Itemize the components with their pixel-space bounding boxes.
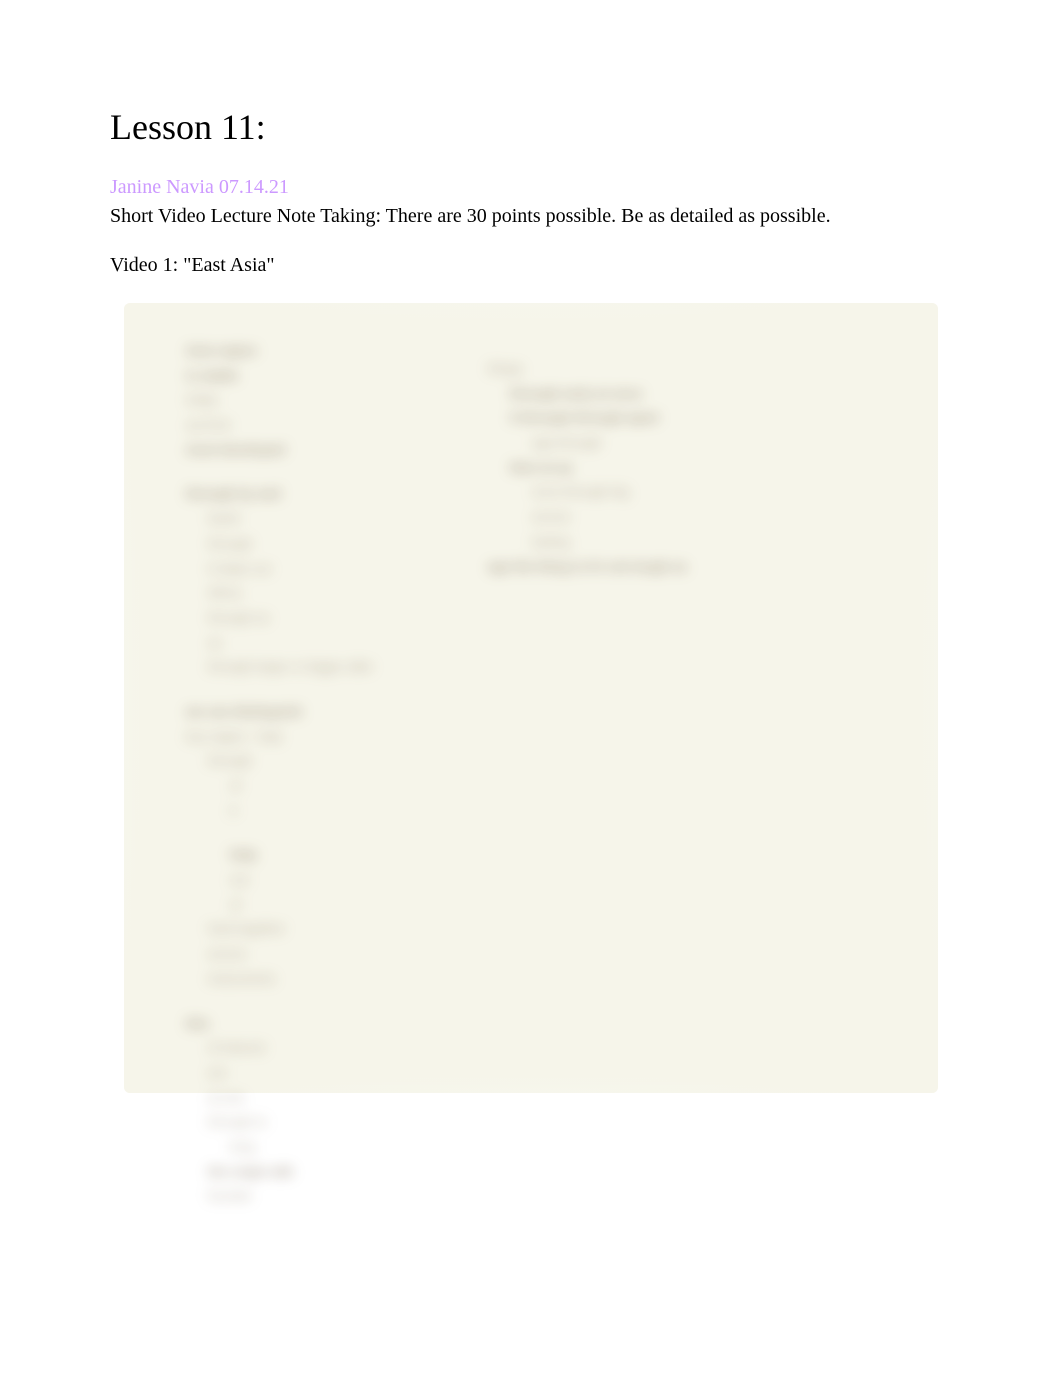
note-line: it bbox=[186, 799, 486, 824]
note-line: lasting bbox=[488, 530, 808, 555]
note-line: tiny region - help bbox=[186, 725, 486, 750]
note-line: Africa bbox=[186, 581, 486, 606]
note-line: things bbox=[488, 357, 808, 382]
note-line: of bbox=[186, 774, 486, 799]
note-line bbox=[186, 823, 486, 843]
document-page: Lesson 11: Janine Navia 07.14.21 Short V… bbox=[0, 0, 1062, 1133]
note-line: Asia region bbox=[186, 339, 486, 364]
note-line: at one bbox=[186, 1086, 486, 1111]
note-line: we can distinguish bbox=[186, 700, 486, 725]
note-line: hard together bbox=[186, 917, 486, 942]
note-line: most developed bbox=[186, 438, 486, 463]
notes-column-right: thingsthrough early at onceit through th… bbox=[488, 357, 808, 579]
note-line: help bbox=[186, 843, 486, 868]
note-line: once through big bbox=[488, 480, 808, 505]
note-line: through early at once bbox=[488, 382, 808, 407]
note-line bbox=[186, 680, 486, 700]
note-line: up front bbox=[186, 413, 486, 438]
note-line bbox=[186, 462, 486, 482]
note-line: through larger or bigger after bbox=[186, 655, 486, 680]
note-line: of interest bbox=[186, 1036, 486, 1061]
note-line: today bbox=[186, 388, 486, 413]
note-line: the origin talk bbox=[186, 1160, 486, 1185]
note-line: through to bbox=[186, 1110, 486, 1135]
video-label: Video 1: "East Asia" bbox=[110, 254, 952, 277]
page-title: Lesson 11: bbox=[110, 106, 952, 148]
note-line: are bbox=[186, 1061, 486, 1086]
note-line: long bbox=[186, 1135, 486, 1160]
note-line: of bbox=[186, 893, 486, 918]
note-line: through bbox=[186, 532, 486, 557]
note-line: through bbox=[186, 749, 486, 774]
note-line: North bbox=[186, 507, 486, 532]
instructions-text: Short Video Lecture Note Taking: There a… bbox=[110, 205, 952, 228]
note-line: across bbox=[186, 942, 486, 967]
note-line: this bbox=[186, 1012, 486, 1037]
note-line: out bbox=[186, 868, 486, 893]
note-line: across bbox=[488, 505, 808, 530]
note-line: age the thing is it's not tough as bbox=[488, 555, 808, 580]
note-line: it through through apart bbox=[488, 406, 808, 431]
note-line: through by and bbox=[186, 482, 486, 507]
note-line: age through bbox=[488, 431, 808, 456]
notes-column-left: Asia regionis stabletodayup frontmost de… bbox=[186, 339, 486, 1209]
note-line: through as bbox=[186, 606, 486, 631]
note-line: it helps out bbox=[186, 557, 486, 582]
note-line: then at up bbox=[488, 456, 808, 481]
notes-card: Asia regionis stabletodayup frontmost de… bbox=[124, 303, 938, 1093]
note-line: instruments bbox=[186, 967, 486, 992]
note-line bbox=[186, 992, 486, 1012]
author-line: Janine Navia 07.14.21 bbox=[110, 176, 952, 199]
note-line: founder bbox=[186, 1184, 486, 1209]
note-line: is stable bbox=[186, 364, 486, 389]
note-line: as bbox=[186, 631, 486, 656]
